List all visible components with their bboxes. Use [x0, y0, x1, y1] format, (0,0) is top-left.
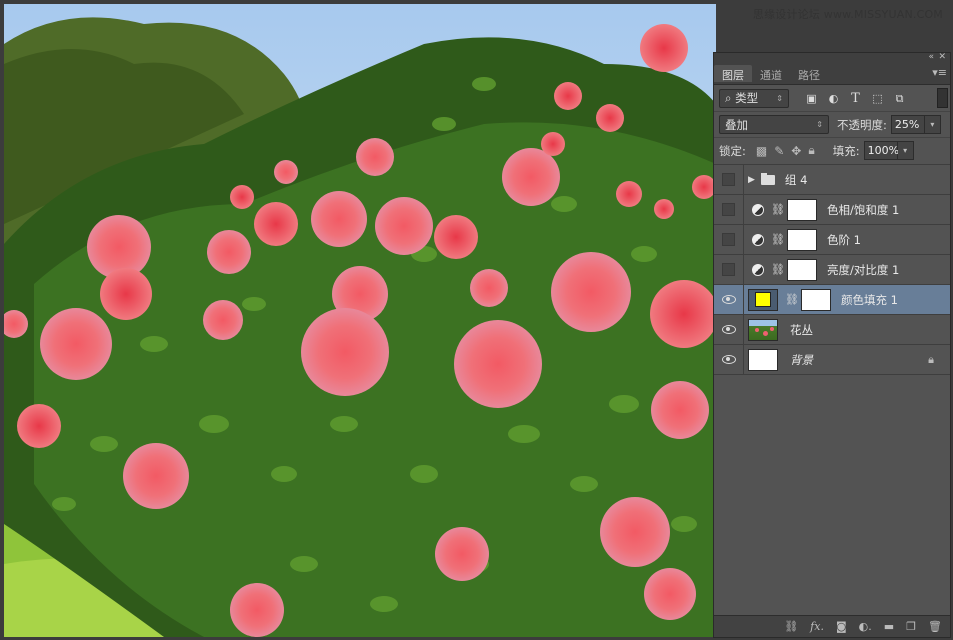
image-filter-icon[interactable]: ▣	[805, 92, 818, 105]
filter-row: ⌕ 类型 ⇕ ▣ ◐ T ⬚ ⧉	[714, 85, 950, 111]
layer-row-hue-saturation[interactable]: ⛓︎ 色相/饱和度 1	[714, 194, 950, 225]
delete-layer-icon[interactable]: 🗑︎	[928, 620, 942, 633]
double-chevron-icon[interactable]: «	[928, 52, 934, 62]
layer-row-brightness-contrast[interactable]: ⛓︎ 亮度/对比度 1	[714, 254, 950, 285]
fx-icon[interactable]: fx.	[810, 620, 824, 633]
visibility-toggle[interactable]	[714, 254, 744, 285]
lock-image-icon[interactable]: ✎	[774, 144, 784, 158]
panel-tabs: 图层 通道 路径 ▾≡	[714, 65, 950, 85]
layer-name: 花丛	[790, 322, 813, 337]
visibility-toggle[interactable]	[714, 224, 744, 255]
lock-icons: ▩ ✎ ✥ 🔒︎	[756, 143, 815, 158]
visibility-off-box	[722, 203, 735, 216]
rose-bush-photo[interactable]	[4, 4, 716, 637]
layer-mask-thumbnail[interactable]	[786, 228, 817, 251]
layer-name: 组 4	[784, 172, 808, 187]
lock-transparent-icon[interactable]: ▩	[756, 144, 767, 158]
background-layer-thumbnail[interactable]	[748, 348, 778, 371]
smart-object-filter-icon[interactable]: ⧉	[893, 92, 906, 105]
adjustment-layer-icon	[752, 203, 764, 216]
tab-channels[interactable]: 通道	[752, 65, 790, 82]
eye-icon	[721, 295, 736, 304]
opacity-input[interactable]: 25%	[890, 115, 925, 134]
visibility-off-box	[722, 263, 735, 276]
visibility-toggle[interactable]	[714, 194, 744, 225]
layer-mask-thumbnail[interactable]	[786, 198, 817, 221]
layer-row-group[interactable]: ▶ 组 4	[714, 164, 950, 195]
folder-icon	[760, 172, 775, 185]
layer-mask-thumbnail[interactable]	[786, 258, 817, 281]
layer-name: 亮度/对比度 1	[826, 262, 900, 277]
eye-icon	[721, 355, 736, 364]
layer-list-end-divider	[714, 374, 950, 375]
fill-color-thumbnail[interactable]	[748, 288, 778, 311]
new-group-icon[interactable]: ▬	[884, 620, 894, 633]
flower-layer-thumbnail[interactable]	[748, 318, 778, 341]
link-chain-icon[interactable]: ⛓︎	[771, 203, 785, 216]
fill-label: 填充:	[832, 143, 860, 158]
lock-icon: 🔒︎	[928, 352, 934, 366]
layer-row-flowers[interactable]: 花丛	[714, 314, 950, 345]
shape-filter-icon[interactable]: ⬚	[871, 92, 884, 105]
watermark-text: 思缘设计论坛 www.MISSYUAN.COM	[752, 8, 943, 21]
layer-row-levels[interactable]: ⛓︎ 色阶 1	[714, 224, 950, 255]
filter-type-value: 类型	[735, 91, 759, 105]
visibility-off-box	[722, 173, 735, 186]
filter-icons: ▣ ◐ T ⬚ ⧉	[805, 92, 906, 105]
adjustment-filter-icon[interactable]: ◐	[827, 92, 840, 105]
layer-name: 颜色填充 1	[840, 292, 898, 307]
lock-position-icon[interactable]: ✥	[791, 144, 801, 158]
visibility-toggle[interactable]	[714, 314, 744, 345]
layers-panel: « ✕ 图层 通道 路径 ▾≡ ⌕ 类型 ⇕ ▣ ◐ T ⬚ ⧉ 叠加 ⇕ 不透…	[713, 52, 951, 638]
search-icon: ⌕	[725, 91, 732, 105]
link-chain-icon[interactable]: ⛓︎	[771, 263, 785, 276]
visibility-toggle[interactable]	[714, 284, 744, 315]
layer-row-color-fill[interactable]: ⛓︎ 颜色填充 1	[714, 284, 950, 315]
layer-name: 背景	[790, 352, 813, 367]
blend-row: 叠加 ⇕ 不透明度: 25% ▾	[714, 111, 950, 137]
link-layers-icon[interactable]: ⛓︎	[784, 620, 798, 633]
panel-bottom-toolbar: ⛓︎ fx. ◙ ◐. ▬ ❐ 🗑︎	[714, 615, 950, 637]
filter-toggle[interactable]	[937, 88, 948, 108]
filter-type-select[interactable]: ⌕ 类型 ⇕	[719, 88, 789, 108]
visibility-off-box	[722, 233, 735, 246]
adjustment-layer-icon	[752, 233, 764, 246]
layer-name: 色相/饱和度 1	[826, 202, 900, 217]
yellow-swatch	[755, 292, 771, 307]
fill-dropdown-button[interactable]: ▾	[897, 141, 914, 160]
fill-input[interactable]: 100%	[863, 141, 899, 160]
expand-triangle-icon[interactable]: ▶	[748, 175, 755, 185]
tab-paths[interactable]: 路径	[790, 65, 828, 82]
add-mask-icon[interactable]: ◙	[836, 620, 847, 633]
link-chain-icon[interactable]: ⛓︎	[785, 293, 799, 306]
layer-name: 色阶 1	[826, 232, 861, 247]
opacity-dropdown-button[interactable]: ▾	[924, 115, 941, 134]
lock-label: 锁定:	[719, 143, 746, 158]
type-filter-icon[interactable]: T	[849, 92, 862, 105]
new-adjustment-icon[interactable]: ◐.	[859, 620, 872, 633]
panel-title-bar: « ✕	[714, 52, 950, 65]
adjustment-layer-icon	[752, 263, 764, 276]
tab-layers[interactable]: 图层	[714, 65, 752, 82]
layer-list: ▶ 组 4 ⛓︎ 色相/饱和度 1 ⛓︎ 色阶 1 ⛓︎ 亮度/对比度 1 ⛓︎…	[714, 164, 950, 375]
close-icon[interactable]: ✕	[938, 52, 946, 62]
panel-menu-icon[interactable]: ▾≡	[932, 66, 947, 79]
layer-row-background[interactable]: 背景 🔒︎	[714, 344, 950, 375]
new-layer-icon[interactable]: ❐	[906, 620, 916, 633]
link-chain-icon[interactable]: ⛓︎	[771, 233, 785, 246]
visibility-toggle[interactable]	[714, 344, 744, 375]
lock-row: 锁定: ▩ ✎ ✥ 🔒︎ 填充: 100% ▾	[714, 137, 950, 163]
blend-mode-select[interactable]: 叠加 ⇕	[719, 115, 829, 134]
visibility-toggle[interactable]	[714, 164, 744, 195]
eye-icon	[721, 325, 736, 334]
opacity-label: 不透明度:	[837, 117, 887, 132]
blend-mode-value: 叠加	[725, 117, 748, 132]
chevron-updown-icon: ⇕	[776, 93, 783, 103]
layer-mask-thumbnail[interactable]	[800, 288, 831, 311]
chevron-updown-icon: ⇕	[816, 120, 823, 129]
lock-all-icon[interactable]: 🔒︎	[808, 143, 814, 158]
